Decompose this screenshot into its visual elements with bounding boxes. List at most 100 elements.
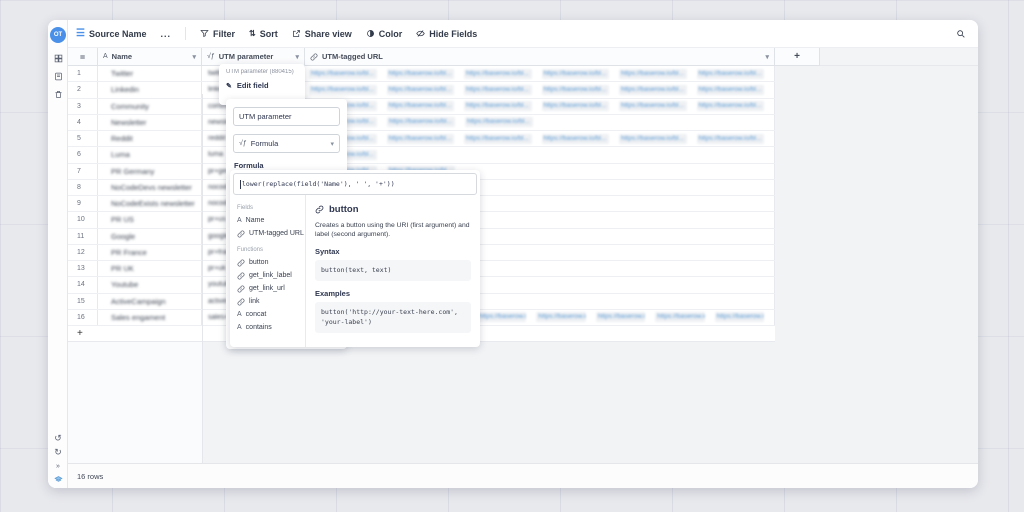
field-type-dropdown[interactable]: √ƒ Formula ▾ bbox=[233, 134, 340, 153]
name-cell[interactable]: Twitter bbox=[98, 66, 202, 82]
function-item-button[interactable]: button bbox=[237, 256, 305, 269]
name-cell[interactable]: PR France bbox=[98, 244, 202, 260]
field-item-utm-tagged-url[interactable]: UTM-tagged URL bbox=[237, 227, 305, 240]
url-link[interactable]: https://baserow.io/bl... bbox=[386, 133, 454, 144]
row-number-cell[interactable]: 4 bbox=[68, 114, 98, 130]
view-options-button[interactable]: ... bbox=[161, 29, 172, 39]
name-cell[interactable]: Google bbox=[98, 228, 202, 244]
function-item-contains[interactable]: Acontains bbox=[237, 321, 305, 334]
url-link[interactable]: https://baserow.io/bl... bbox=[465, 117, 533, 128]
name-cell[interactable]: NoCodeExists newsletter bbox=[98, 196, 202, 212]
url-link[interactable]: https://baserow.io/bl... bbox=[464, 101, 532, 112]
formula-input[interactable]: lower(replace(field('Name'), ' ', '+')) bbox=[233, 173, 477, 195]
utm-tagged-url-cell[interactable]: https://baserow.io/bl... https://baserow.… bbox=[305, 131, 775, 147]
url-link[interactable]: https://baserow.io/bl... bbox=[309, 84, 377, 95]
column-header-name[interactable]: A Name ▾ bbox=[98, 48, 202, 66]
search-button[interactable] bbox=[956, 29, 966, 39]
url-link[interactable]: https://baserow.io/bl... bbox=[464, 133, 532, 144]
trash-icon[interactable] bbox=[48, 87, 68, 101]
table-row[interactable]: 3 Community community https://baserow.io/bl… bbox=[68, 98, 775, 115]
premium-badge-icon[interactable] bbox=[48, 472, 68, 486]
utm-tagged-url-cell[interactable]: https://baserow.io/bl... bbox=[305, 147, 775, 163]
url-link[interactable]: https://baserow.io/bl... bbox=[714, 312, 765, 323]
url-link[interactable]: https://baserow.io/bl... bbox=[619, 133, 687, 144]
url-link[interactable]: https://baserow.io/bl... bbox=[536, 312, 586, 323]
sort-button[interactable]: ⇅ Sort bbox=[249, 29, 278, 39]
url-link[interactable]: https://baserow.io/bl... bbox=[386, 84, 454, 95]
field-name-input[interactable] bbox=[233, 107, 340, 126]
url-link[interactable]: https://baserow.io/bl... bbox=[619, 84, 687, 95]
url-link[interactable]: https://baserow.io/bl... bbox=[309, 68, 377, 79]
view-switcher[interactable]: ☰ Source Name bbox=[76, 29, 147, 39]
table-row[interactable]: 6 Luma luma https://baserow.io/bl... bbox=[68, 147, 775, 164]
name-cell[interactable]: PR UK bbox=[98, 261, 202, 277]
filter-button[interactable]: Filter bbox=[200, 29, 235, 39]
url-link[interactable]: https://baserow.io/bl... bbox=[541, 101, 609, 112]
row-number-cell[interactable]: 10 bbox=[68, 212, 98, 228]
table-row[interactable]: 2Linkedinlinkedinhttps://baserow.io/bl..… bbox=[68, 82, 775, 99]
table-row[interactable]: 4 Newsletter newsletter https://baserow.io/… bbox=[68, 114, 775, 131]
url-link[interactable]: https://baserow.io/bl... bbox=[386, 101, 454, 112]
color-button[interactable]: Color bbox=[366, 29, 402, 39]
url-link[interactable]: https://baserow.io/bl... bbox=[696, 101, 764, 112]
function-item-concat[interactable]: Aconcat bbox=[237, 308, 305, 321]
row-number-cell[interactable]: 1 bbox=[68, 66, 98, 82]
url-link[interactable]: https://baserow.io/bl... bbox=[477, 312, 527, 323]
row-number-cell[interactable]: 13 bbox=[68, 261, 98, 277]
row-number-cell[interactable]: 3 bbox=[68, 98, 98, 114]
function-item-link[interactable]: link bbox=[237, 295, 305, 308]
name-cell[interactable]: Luma bbox=[98, 147, 202, 163]
url-link[interactable]: https://baserow.io/bl... bbox=[655, 312, 705, 323]
url-link[interactable]: https://baserow.io/bl... bbox=[541, 133, 609, 144]
chevron-down-icon[interactable]: ▾ bbox=[295, 53, 299, 61]
hide-fields-button[interactable]: Hide Fields bbox=[416, 29, 477, 39]
row-number-cell[interactable]: 5 bbox=[68, 131, 98, 147]
row-number-cell[interactable]: 2 bbox=[68, 82, 98, 98]
url-link[interactable]: https://baserow.io/bl... bbox=[619, 68, 687, 79]
name-cell[interactable]: Youtube bbox=[98, 277, 202, 293]
chevron-down-icon[interactable]: ▾ bbox=[192, 53, 196, 61]
utm-tagged-url-cell[interactable]: https://baserow.io/bl... https://baserow.… bbox=[305, 82, 775, 98]
name-cell[interactable]: PR Germany bbox=[98, 163, 202, 179]
name-cell[interactable]: ActiveCampaign bbox=[98, 293, 202, 309]
table-row[interactable]: 1 Twitter twitter https://baserow.io/bl... h… bbox=[68, 66, 775, 83]
url-link[interactable]: https://baserow.io/bl... bbox=[595, 312, 646, 323]
function-item-get-link-url[interactable]: get_link_url bbox=[237, 282, 305, 295]
row-number-cell[interactable]: 14 bbox=[68, 277, 98, 293]
url-link[interactable]: https://baserow.io/bl... bbox=[386, 68, 454, 79]
row-number-cell[interactable]: 8 bbox=[68, 179, 98, 195]
url-link[interactable]: https://baserow.io/bl... bbox=[696, 84, 764, 95]
row-select-header[interactable]: ≣ bbox=[68, 48, 98, 66]
avatar[interactable]: OT bbox=[50, 27, 66, 43]
name-cell[interactable]: Linkedin bbox=[98, 82, 202, 98]
url-link[interactable]: https://baserow.io/bl... bbox=[541, 84, 609, 95]
redo-icon[interactable]: ↻ bbox=[48, 445, 68, 459]
url-link[interactable]: https://baserow.io/bl... bbox=[464, 68, 532, 79]
row-number-cell[interactable]: 16 bbox=[68, 309, 98, 325]
add-field-button[interactable]: + bbox=[775, 48, 820, 66]
undo-icon[interactable]: ↺ bbox=[48, 431, 68, 445]
url-link[interactable]: https://baserow.io/bl... bbox=[387, 117, 455, 128]
utm-tagged-url-cell[interactable]: https://baserow.io/bl... https://baserow.… bbox=[305, 114, 775, 130]
name-cell[interactable]: PR US bbox=[98, 212, 202, 228]
form-icon[interactable] bbox=[48, 69, 68, 83]
name-cell[interactable]: NoCodeDevs newsletter bbox=[98, 179, 202, 195]
field-item-name[interactable]: A Name bbox=[237, 214, 305, 227]
utm-tagged-url-cell[interactable]: https://baserow.io/bl... https://baserow.… bbox=[305, 98, 775, 114]
row-number-cell[interactable]: 7 bbox=[68, 163, 98, 179]
function-item-get-link-label[interactable]: get_link_label bbox=[237, 269, 305, 282]
chevron-down-icon[interactable]: ▾ bbox=[765, 53, 769, 61]
table-row[interactable]: 5 Reddit reddit https://baserow.io/bl... htt… bbox=[68, 131, 775, 148]
name-cell[interactable]: Reddit bbox=[98, 131, 202, 147]
row-number-cell[interactable]: 9 bbox=[68, 196, 98, 212]
row-number-cell[interactable]: 6 bbox=[68, 147, 98, 163]
share-view-button[interactable]: Share view bbox=[292, 29, 352, 39]
name-cell[interactable]: Newsletter bbox=[98, 114, 202, 130]
url-link[interactable]: https://baserow.io/bl... bbox=[464, 84, 532, 95]
column-header-utm-tagged-url[interactable]: UTM-tagged URL ▾ bbox=[305, 48, 775, 66]
url-link[interactable]: https://baserow.io/bl... bbox=[696, 68, 764, 79]
expand-sidebar-icon[interactable]: » bbox=[48, 459, 68, 473]
url-link[interactable]: https://baserow.io/bl... bbox=[541, 68, 609, 79]
name-cell[interactable]: Community bbox=[98, 98, 202, 114]
utm-tagged-url-cell[interactable]: https://baserow.io/bl... https://baserow.… bbox=[305, 66, 775, 82]
